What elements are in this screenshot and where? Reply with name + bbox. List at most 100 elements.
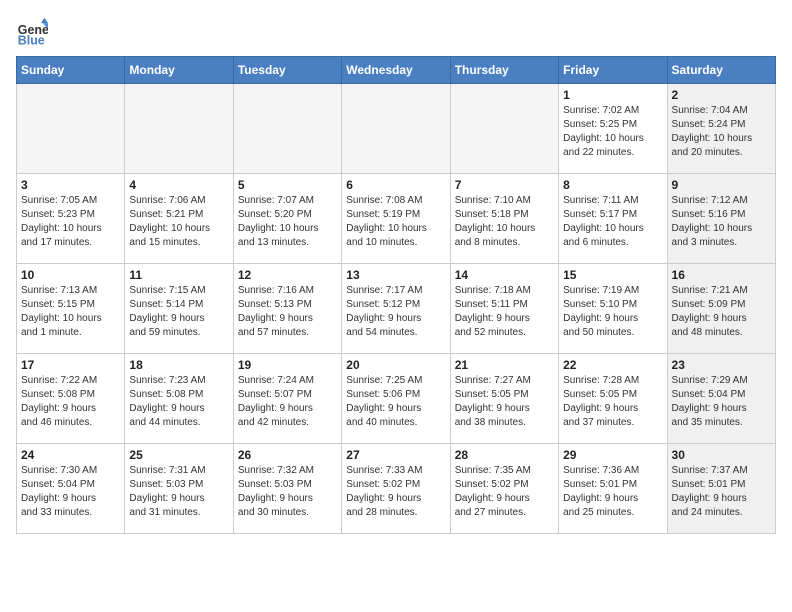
weekday-header-sunday: Sunday (17, 57, 125, 84)
day-info: Sunrise: 7:23 AM Sunset: 5:08 PM Dayligh… (129, 374, 228, 430)
day-info: Sunrise: 7:21 AM Sunset: 5:09 PM Dayligh… (672, 284, 771, 340)
day-number: 3 (21, 178, 120, 192)
weekday-header-friday: Friday (559, 57, 667, 84)
calendar-cell (17, 84, 125, 174)
day-number: 2 (672, 88, 771, 102)
calendar-cell: 20 Sunrise: 7:25 AM Sunset: 5:06 PM Dayli… (342, 354, 450, 444)
logo-icon: General Blue (16, 16, 48, 48)
calendar-cell: 27 Sunrise: 7:33 AM Sunset: 5:02 PM Dayli… (342, 444, 450, 534)
day-number: 6 (346, 178, 445, 192)
day-number: 26 (238, 448, 337, 462)
calendar-table: SundayMondayTuesdayWednesdayThursdayFrid… (16, 56, 776, 534)
day-number: 8 (563, 178, 662, 192)
day-info: Sunrise: 7:27 AM Sunset: 5:05 PM Dayligh… (455, 374, 554, 430)
calendar-cell (342, 84, 450, 174)
day-info: Sunrise: 7:10 AM Sunset: 5:18 PM Dayligh… (455, 194, 554, 250)
day-info: Sunrise: 7:17 AM Sunset: 5:12 PM Dayligh… (346, 284, 445, 340)
day-info: Sunrise: 7:04 AM Sunset: 5:24 PM Dayligh… (672, 104, 771, 160)
day-number: 22 (563, 358, 662, 372)
day-number: 23 (672, 358, 771, 372)
calendar-cell (450, 84, 558, 174)
calendar-cell: 2 Sunrise: 7:04 AM Sunset: 5:24 PM Daylig… (667, 84, 775, 174)
day-info: Sunrise: 7:30 AM Sunset: 5:04 PM Dayligh… (21, 464, 120, 520)
day-info: Sunrise: 7:13 AM Sunset: 5:15 PM Dayligh… (21, 284, 120, 340)
day-number: 11 (129, 268, 228, 282)
day-info: Sunrise: 7:36 AM Sunset: 5:01 PM Dayligh… (563, 464, 662, 520)
day-info: Sunrise: 7:33 AM Sunset: 5:02 PM Dayligh… (346, 464, 445, 520)
day-info: Sunrise: 7:02 AM Sunset: 5:25 PM Dayligh… (563, 104, 662, 160)
day-info: Sunrise: 7:16 AM Sunset: 5:13 PM Dayligh… (238, 284, 337, 340)
day-number: 29 (563, 448, 662, 462)
day-info: Sunrise: 7:08 AM Sunset: 5:19 PM Dayligh… (346, 194, 445, 250)
day-number: 7 (455, 178, 554, 192)
day-info: Sunrise: 7:35 AM Sunset: 5:02 PM Dayligh… (455, 464, 554, 520)
day-info: Sunrise: 7:12 AM Sunset: 5:16 PM Dayligh… (672, 194, 771, 250)
calendar-cell: 1 Sunrise: 7:02 AM Sunset: 5:25 PM Daylig… (559, 84, 667, 174)
calendar-cell: 15 Sunrise: 7:19 AM Sunset: 5:10 PM Dayli… (559, 264, 667, 354)
day-info: Sunrise: 7:32 AM Sunset: 5:03 PM Dayligh… (238, 464, 337, 520)
day-info: Sunrise: 7:05 AM Sunset: 5:23 PM Dayligh… (21, 194, 120, 250)
day-info: Sunrise: 7:29 AM Sunset: 5:04 PM Dayligh… (672, 374, 771, 430)
calendar-cell: 28 Sunrise: 7:35 AM Sunset: 5:02 PM Dayli… (450, 444, 558, 534)
calendar-cell: 16Sunrise: 7:21 AM Sunset: 5:09 PM Dayli… (667, 264, 775, 354)
svg-text:Blue: Blue (18, 33, 45, 47)
weekday-header-thursday: Thursday (450, 57, 558, 84)
day-number: 30 (672, 448, 771, 462)
day-number: 1 (563, 88, 662, 102)
calendar-cell: 30Sunrise: 7:37 AM Sunset: 5:01 PM Dayli… (667, 444, 775, 534)
logo: General Blue (16, 16, 52, 48)
day-number: 15 (563, 268, 662, 282)
weekday-header-saturday: Saturday (667, 57, 775, 84)
day-info: Sunrise: 7:31 AM Sunset: 5:03 PM Dayligh… (129, 464, 228, 520)
calendar-cell: 25 Sunrise: 7:31 AM Sunset: 5:03 PM Dayli… (125, 444, 233, 534)
calendar-cell (233, 84, 341, 174)
weekday-header-tuesday: Tuesday (233, 57, 341, 84)
calendar-cell: 21 Sunrise: 7:27 AM Sunset: 5:05 PM Dayli… (450, 354, 558, 444)
weekday-header-monday: Monday (125, 57, 233, 84)
day-info: Sunrise: 7:25 AM Sunset: 5:06 PM Dayligh… (346, 374, 445, 430)
day-number: 24 (21, 448, 120, 462)
calendar-cell: 12Sunrise: 7:16 AM Sunset: 5:13 PM Dayli… (233, 264, 341, 354)
day-number: 28 (455, 448, 554, 462)
day-number: 5 (238, 178, 337, 192)
day-number: 27 (346, 448, 445, 462)
day-info: Sunrise: 7:24 AM Sunset: 5:07 PM Dayligh… (238, 374, 337, 430)
calendar-cell: 17 Sunrise: 7:22 AM Sunset: 5:08 PM Dayli… (17, 354, 125, 444)
calendar-cell: 22 Sunrise: 7:28 AM Sunset: 5:05 PM Dayli… (559, 354, 667, 444)
calendar-cell: 29 Sunrise: 7:36 AM Sunset: 5:01 PM Dayli… (559, 444, 667, 534)
day-info: Sunrise: 7:19 AM Sunset: 5:10 PM Dayligh… (563, 284, 662, 340)
day-number: 9 (672, 178, 771, 192)
day-info: Sunrise: 7:11 AM Sunset: 5:17 PM Dayligh… (563, 194, 662, 250)
calendar-cell: 6 Sunrise: 7:08 AM Sunset: 5:19 PM Daylig… (342, 174, 450, 264)
day-number: 13 (346, 268, 445, 282)
calendar-cell: 9 Sunrise: 7:12 AM Sunset: 5:16 PM Daylig… (667, 174, 775, 264)
calendar-cell: 7 Sunrise: 7:10 AM Sunset: 5:18 PM Daylig… (450, 174, 558, 264)
day-number: 20 (346, 358, 445, 372)
day-number: 10 (21, 268, 120, 282)
day-number: 18 (129, 358, 228, 372)
day-info: Sunrise: 7:22 AM Sunset: 5:08 PM Dayligh… (21, 374, 120, 430)
day-number: 17 (21, 358, 120, 372)
day-info: Sunrise: 7:18 AM Sunset: 5:11 PM Dayligh… (455, 284, 554, 340)
day-info: Sunrise: 7:28 AM Sunset: 5:05 PM Dayligh… (563, 374, 662, 430)
calendar-cell: 14Sunrise: 7:18 AM Sunset: 5:11 PM Dayli… (450, 264, 558, 354)
day-number: 4 (129, 178, 228, 192)
calendar-cell: 18 Sunrise: 7:23 AM Sunset: 5:08 PM Dayli… (125, 354, 233, 444)
calendar-cell (125, 84, 233, 174)
calendar-cell: 11 Sunrise: 7:15 AM Sunset: 5:14 PM Dayli… (125, 264, 233, 354)
calendar-cell: 13 Sunrise: 7:17 AM Sunset: 5:12 PM Dayli… (342, 264, 450, 354)
calendar-cell: 3 Sunrise: 7:05 AM Sunset: 5:23 PM Daylig… (17, 174, 125, 264)
page-header: General Blue (16, 16, 776, 48)
day-number: 19 (238, 358, 337, 372)
calendar-cell: 19 Sunrise: 7:24 AM Sunset: 5:07 PM Dayli… (233, 354, 341, 444)
calendar-cell: 24 Sunrise: 7:30 AM Sunset: 5:04 PM Dayli… (17, 444, 125, 534)
calendar-cell: 8 Sunrise: 7:11 AM Sunset: 5:17 PM Daylig… (559, 174, 667, 264)
day-info: Sunrise: 7:07 AM Sunset: 5:20 PM Dayligh… (238, 194, 337, 250)
day-info: Sunrise: 7:15 AM Sunset: 5:14 PM Dayligh… (129, 284, 228, 340)
day-number: 21 (455, 358, 554, 372)
calendar-cell: 26 Sunrise: 7:32 AM Sunset: 5:03 PM Dayli… (233, 444, 341, 534)
day-number: 25 (129, 448, 228, 462)
calendar-cell: 4 Sunrise: 7:06 AM Sunset: 5:21 PM Daylig… (125, 174, 233, 264)
day-info: Sunrise: 7:06 AM Sunset: 5:21 PM Dayligh… (129, 194, 228, 250)
calendar-cell: 10 Sunrise: 7:13 AM Sunset: 5:15 PM Dayli… (17, 264, 125, 354)
